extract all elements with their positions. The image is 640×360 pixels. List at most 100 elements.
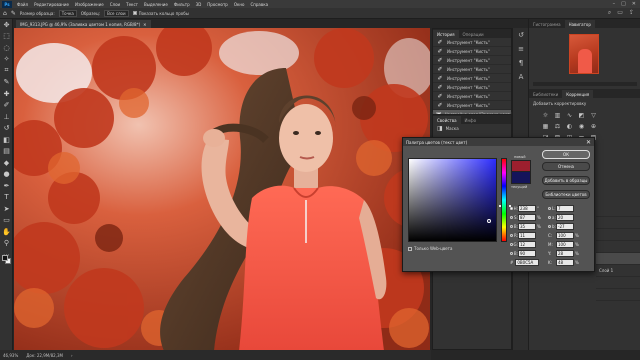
- tab-libraries[interactable]: Библиотеки: [529, 90, 562, 98]
- lab-l-input[interactable]: 7: [556, 204, 574, 212]
- green-radio-dot[interactable]: [510, 242, 513, 246]
- lab-l-radio[interactable]: L:: [548, 206, 556, 211]
- history-row[interactable]: ✐ Инструмент "Кисть": [433, 38, 511, 47]
- character-panel-icon[interactable]: A: [513, 70, 529, 84]
- yellow-input[interactable]: 28: [556, 249, 574, 257]
- menu-layers[interactable]: Слои: [107, 2, 123, 7]
- lab-b-input[interactable]: -27: [556, 222, 574, 230]
- show-ring-option[interactable]: Показать кольцо пробы: [132, 10, 189, 16]
- move-tool-icon[interactable]: ✥: [0, 19, 13, 31]
- eraser-tool-icon[interactable]: ◧: [0, 134, 13, 146]
- menu-edit[interactable]: Редактирование: [31, 2, 72, 7]
- lab-l-radio-dot[interactable]: [548, 206, 551, 210]
- history-row[interactable]: ✐ Инструмент "Кисть": [433, 56, 511, 65]
- eyedropper-tool-icon[interactable]: ✎: [0, 77, 13, 89]
- crop-tool-icon[interactable]: ⌗: [0, 65, 13, 77]
- history-row[interactable]: ✐ Инструмент "Кисть": [433, 83, 511, 92]
- search-icon[interactable]: ⌕: [608, 9, 611, 17]
- brightness-input[interactable]: 35: [518, 222, 536, 230]
- blue-input[interactable]: 90: [518, 249, 536, 257]
- blur-tool-icon[interactable]: ◆: [0, 157, 13, 169]
- green-input[interactable]: 12: [518, 240, 536, 248]
- minimize-icon[interactable]: –: [613, 1, 616, 7]
- menu-file[interactable]: Файл: [14, 2, 31, 7]
- brightness-icon[interactable]: ☼: [541, 111, 550, 119]
- black-white-icon[interactable]: ◐: [565, 122, 574, 130]
- black-input[interactable]: 48: [556, 258, 574, 266]
- zoom-tool-icon[interactable]: ⚲: [0, 238, 13, 250]
- blue-radio-dot[interactable]: [510, 251, 513, 255]
- tab-history[interactable]: История: [433, 30, 459, 38]
- close-icon[interactable]: ✕: [586, 139, 591, 146]
- layer-row[interactable]: [596, 289, 640, 301]
- sample-size-select[interactable]: Точка: [58, 9, 77, 17]
- tab-adjustments[interactable]: Коррекция: [562, 90, 594, 98]
- history-row[interactable]: ✐ Инструмент "Кисть": [433, 101, 511, 110]
- marquee-tool-icon[interactable]: ⬚: [0, 31, 13, 43]
- color-libraries-button[interactable]: Библиотеки цветов: [542, 190, 590, 199]
- hue-slider[interactable]: [499, 158, 511, 242]
- lasso-tool-icon[interactable]: ◌: [0, 42, 13, 54]
- hue-radio[interactable]: H:: [510, 206, 518, 211]
- history-panel-icon[interactable]: ↺: [513, 28, 529, 42]
- quick-select-tool-icon[interactable]: ✧: [0, 54, 13, 66]
- maximize-icon[interactable]: □: [621, 1, 626, 7]
- healing-tool-icon[interactable]: ✚: [0, 88, 13, 100]
- hue-sat-icon[interactable]: ▦: [541, 122, 550, 130]
- channel-mixer-icon[interactable]: ⊕: [589, 122, 598, 130]
- red-radio-dot[interactable]: [510, 233, 513, 237]
- workspace-icon[interactable]: ▭: [617, 9, 623, 17]
- add-to-swatches-button[interactable]: Добавить в образцы: [542, 176, 590, 185]
- brightness-radio[interactable]: B:: [510, 224, 518, 229]
- layer-row[interactable]: [596, 241, 640, 253]
- history-brush-tool-icon[interactable]: ↺: [0, 123, 13, 135]
- color-field-cursor[interactable]: [487, 219, 491, 223]
- red-input[interactable]: 11: [518, 231, 536, 239]
- paragraph-panel-icon[interactable]: ¶: [513, 56, 529, 70]
- layer-row[interactable]: Слой 1: [596, 265, 640, 277]
- history-row[interactable]: ✐ Инструмент "Кисть": [433, 47, 511, 56]
- blue-radio[interactable]: B:: [510, 251, 518, 256]
- green-radio[interactable]: G:: [510, 242, 518, 247]
- tab-properties[interactable]: Свойства: [433, 116, 461, 124]
- web-only-checkbox[interactable]: [408, 246, 412, 251]
- menu-select[interactable]: Выделение: [141, 2, 171, 7]
- levels-icon[interactable]: ▥: [553, 111, 562, 119]
- layer-row-selected[interactable]: [596, 253, 640, 265]
- document-tab[interactable]: IMG_9313.JPG @ 46,9% (Заливка цветом 1 к…: [16, 20, 151, 28]
- current-color-swatch[interactable]: [511, 172, 531, 184]
- properties-mask-row[interactable]: ◨ Маска: [433, 124, 511, 133]
- type-tool-icon[interactable]: T: [0, 192, 13, 204]
- shape-tool-icon[interactable]: ▭: [0, 215, 13, 227]
- menu-window[interactable]: Окно: [231, 2, 248, 7]
- layer-row[interactable]: [596, 229, 640, 241]
- lab-b-radio[interactable]: b:: [548, 224, 556, 229]
- curves-icon[interactable]: ∿: [565, 111, 574, 119]
- pen-tool-icon[interactable]: ✒: [0, 180, 13, 192]
- ok-button[interactable]: ОК: [542, 150, 590, 159]
- gradient-tool-icon[interactable]: ▤: [0, 146, 13, 158]
- lab-a-input[interactable]: 20: [556, 213, 574, 221]
- vibrance-icon[interactable]: ▽: [589, 111, 598, 119]
- navigator-zoom-slider[interactable]: [533, 82, 637, 86]
- layer-row[interactable]: [596, 277, 640, 289]
- path-select-tool-icon[interactable]: ➤: [0, 203, 13, 215]
- document-canvas[interactable]: [14, 28, 430, 351]
- brightness-radio-dot[interactable]: [510, 224, 513, 228]
- eyedropper-option-icon[interactable]: ✎: [11, 10, 16, 17]
- web-only-option[interactable]: Только Web-цвета: [408, 246, 452, 251]
- exposure-icon[interactable]: ◩: [577, 111, 586, 119]
- cancel-button[interactable]: Отмена: [542, 162, 590, 171]
- share-icon[interactable]: ⇪: [629, 9, 634, 17]
- saturation-input[interactable]: 87: [518, 213, 536, 221]
- layer-row[interactable]: [596, 217, 640, 229]
- menu-view[interactable]: Просмотр: [204, 2, 231, 7]
- layer-row[interactable]: [596, 205, 640, 217]
- lab-a-radio[interactable]: a:: [548, 215, 556, 220]
- cyan-input[interactable]: 100: [556, 231, 574, 239]
- status-arrow-icon[interactable]: ›: [71, 353, 73, 358]
- tab-actions[interactable]: Операции: [459, 30, 488, 38]
- properties-panel-icon[interactable]: ≡: [513, 42, 529, 56]
- menu-3d[interactable]: 3D: [193, 2, 205, 7]
- saturation-radio[interactable]: S:: [510, 215, 518, 220]
